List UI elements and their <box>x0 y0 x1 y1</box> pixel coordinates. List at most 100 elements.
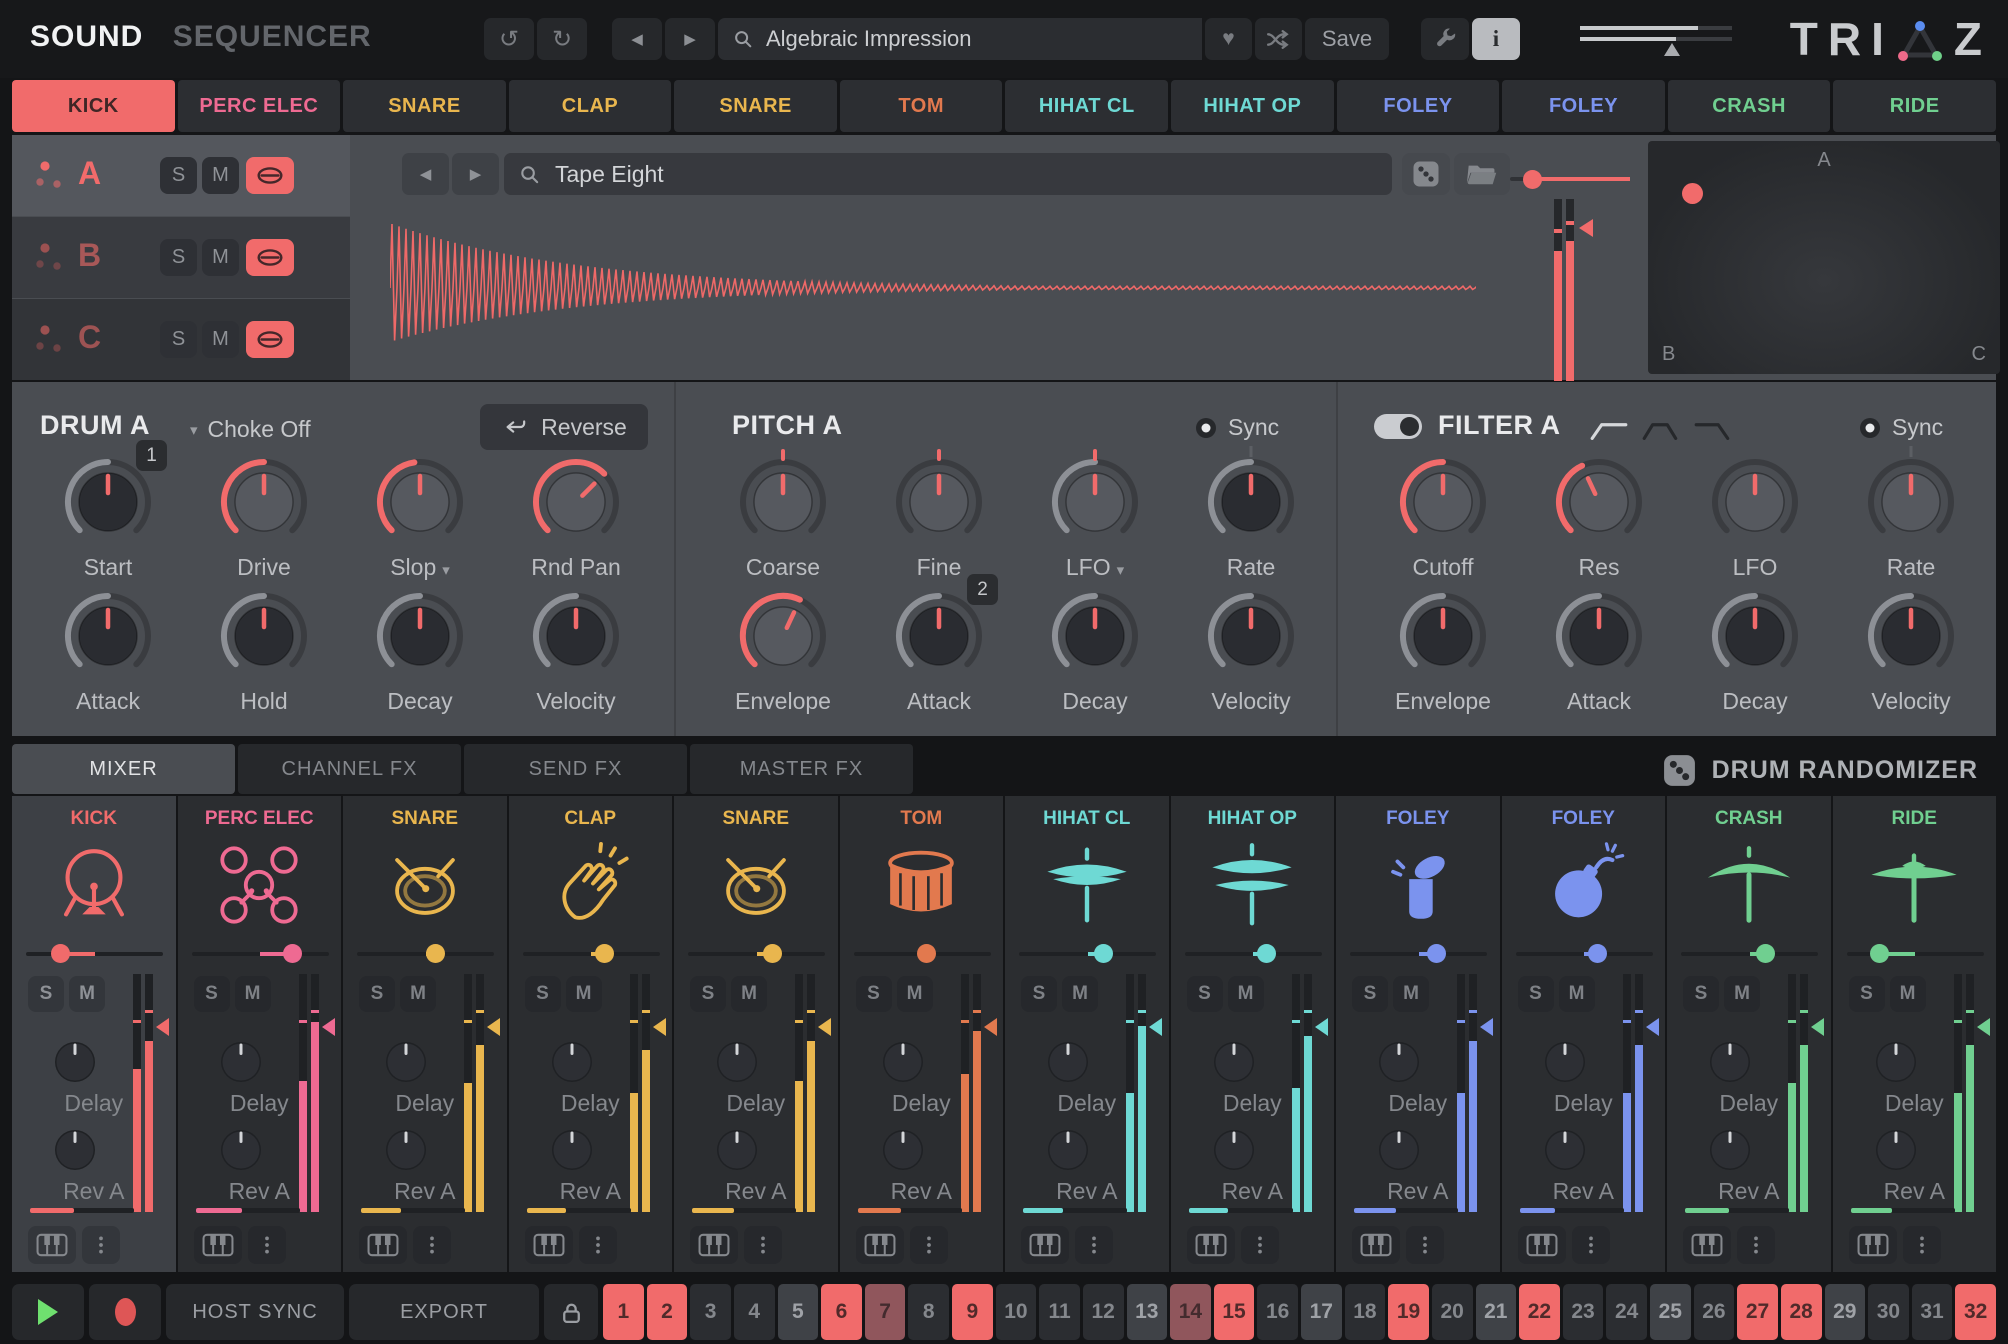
channel-solo-button[interactable]: S <box>1518 976 1554 1012</box>
step-7[interactable]: 7 <box>865 1284 906 1340</box>
slider-handle[interactable] <box>1523 170 1542 189</box>
track-tab-hihat-cl-7[interactable]: HIHAT CL <box>1005 80 1168 132</box>
track-tab-kick-1[interactable]: KICK <box>12 80 175 132</box>
channel-options-button[interactable] <box>1241 1226 1279 1264</box>
channel-delay-knob[interactable] <box>382 1038 430 1086</box>
channel-mute-button[interactable]: M <box>69 976 105 1012</box>
play-button[interactable] <box>12 1284 84 1340</box>
channel-solo-button[interactable]: S <box>1849 976 1885 1012</box>
drum-velocity-knob[interactable]: Velocity <box>516 578 636 728</box>
channel-solo-button[interactable]: S <box>690 976 726 1012</box>
meter-marker[interactable] <box>487 1018 500 1036</box>
channel-delay-knob[interactable] <box>713 1038 761 1086</box>
track-tab-ride-12[interactable]: RIDE <box>1833 80 1996 132</box>
channel-reverb-knob[interactable] <box>1541 1126 1589 1174</box>
sample-search-box[interactable] <box>504 153 1392 195</box>
filter-res-knob[interactable]: Res <box>1539 444 1659 594</box>
slider-handle[interactable] <box>1588 944 1607 963</box>
channel-solo-button[interactable]: S <box>28 976 64 1012</box>
channel-pan-slider[interactable] <box>1019 944 1156 963</box>
channel-keys-button[interactable] <box>856 1226 904 1264</box>
channel-reverb-knob[interactable] <box>713 1126 761 1174</box>
channel-delay-knob[interactable] <box>217 1038 265 1086</box>
channel-keys-button[interactable] <box>1518 1226 1566 1264</box>
channel-mute-button[interactable]: M <box>1559 976 1595 1012</box>
drum-drive-knob[interactable]: Drive <box>204 444 324 594</box>
filter-rate-knob[interactable]: Rate <box>1851 444 1971 594</box>
layer-b-mute-button[interactable]: M <box>202 239 239 276</box>
random-sample-button[interactable] <box>1402 153 1450 195</box>
channel-pan-slider[interactable] <box>1681 944 1818 963</box>
channel-mute-button[interactable]: M <box>1724 976 1760 1012</box>
track-tab-foley-9[interactable]: FOLEY <box>1337 80 1500 132</box>
channel-delay-knob[interactable] <box>51 1038 99 1086</box>
drum-decay-knob[interactable]: Decay <box>360 578 480 728</box>
channel-options-button[interactable] <box>579 1226 617 1264</box>
filter-type-bandpass-button[interactable] <box>1640 416 1682 444</box>
slider-handle[interactable] <box>1257 944 1276 963</box>
filter-enable-toggle[interactable] <box>1374 414 1422 439</box>
layer-c-link-button[interactable] <box>246 321 294 358</box>
load-sample-button[interactable] <box>1454 153 1510 195</box>
filter-attack-knob[interactable]: Attack <box>1539 578 1659 728</box>
slider-handle[interactable] <box>595 944 614 963</box>
channel-pan-slider[interactable] <box>192 944 329 963</box>
channel-keys-button[interactable] <box>525 1226 573 1264</box>
slider-handle[interactable] <box>1427 944 1446 963</box>
pitch-attack-knob[interactable]: Attack2 <box>879 578 999 728</box>
pitch-fine-knob[interactable]: Fine <box>879 444 999 594</box>
step-23[interactable]: 23 <box>1563 1284 1604 1340</box>
channel-keys-button[interactable] <box>690 1226 738 1264</box>
channel-mute-button[interactable]: M <box>1393 976 1429 1012</box>
step-10[interactable]: 10 <box>996 1284 1037 1340</box>
tab-sequencer[interactable]: SEQUENCER <box>173 20 372 53</box>
slider-handle[interactable] <box>1870 944 1889 963</box>
channel-keys-button[interactable] <box>1352 1226 1400 1264</box>
step-19[interactable]: 19 <box>1388 1284 1429 1340</box>
step-25[interactable]: 25 <box>1650 1284 1691 1340</box>
channel-pan-slider[interactable] <box>1516 944 1653 963</box>
meter-marker[interactable] <box>156 1018 169 1036</box>
channel-reverb-knob[interactable] <box>548 1126 596 1174</box>
step-30[interactable]: 30 <box>1868 1284 1909 1340</box>
layer-c-solo-button[interactable]: S <box>160 321 197 358</box>
layer-row-c[interactable]: CSM <box>12 299 350 380</box>
layer-row-a[interactable]: ASM <box>12 135 350 216</box>
step-27[interactable]: 27 <box>1737 1284 1778 1340</box>
meter-marker[interactable] <box>322 1018 335 1036</box>
drum-randomizer[interactable]: DRUM RANDOMIZER <box>1661 748 1978 792</box>
channel-options-button[interactable] <box>1572 1226 1610 1264</box>
channel-delay-knob[interactable] <box>1706 1038 1754 1086</box>
channel-reverb-knob[interactable] <box>1210 1126 1258 1174</box>
step-4[interactable]: 4 <box>734 1284 775 1340</box>
step-14[interactable]: 14 <box>1170 1284 1211 1340</box>
filter-type-highpass-button[interactable] <box>1588 416 1630 444</box>
info-button[interactable]: i <box>1472 18 1520 60</box>
channel-options-button[interactable] <box>1075 1226 1113 1264</box>
track-tab-crash-11[interactable]: CRASH <box>1668 80 1831 132</box>
channel-options-button[interactable] <box>413 1226 451 1264</box>
drum-hold-knob[interactable]: Hold <box>204 578 324 728</box>
filter-cutoff-knob[interactable]: Cutoff <box>1383 444 1503 594</box>
channel-pan-slider[interactable] <box>357 944 494 963</box>
pitch-envelope-knob[interactable]: Envelope <box>723 578 843 728</box>
step-20[interactable]: 20 <box>1432 1284 1473 1340</box>
favorite-button[interactable]: ♥ <box>1205 18 1252 60</box>
step-31[interactable]: 31 <box>1912 1284 1953 1340</box>
channel-delay-knob[interactable] <box>1044 1038 1092 1086</box>
record-button[interactable] <box>89 1284 161 1340</box>
meter-marker[interactable] <box>818 1018 831 1036</box>
choke-dropdown[interactable]: ▾ Choke Off <box>190 416 311 443</box>
undo-button[interactable]: ↺ <box>484 18 534 60</box>
meter-marker[interactable] <box>984 1018 997 1036</box>
channel-delay-knob[interactable] <box>1375 1038 1423 1086</box>
layer-xy-pad[interactable]: A B C <box>1648 141 2000 374</box>
meter-marker[interactable] <box>1811 1018 1824 1036</box>
track-tab-foley-10[interactable]: FOLEY <box>1502 80 1665 132</box>
channel-mute-button[interactable]: M <box>235 976 271 1012</box>
step-13[interactable]: 13 <box>1127 1284 1168 1340</box>
filter-lfo-knob[interactable]: LFO <box>1695 444 1815 594</box>
slider-handle[interactable] <box>917 944 936 963</box>
meter-marker[interactable] <box>653 1018 666 1036</box>
drum-slop-knob[interactable]: Slop▾ <box>360 444 480 594</box>
